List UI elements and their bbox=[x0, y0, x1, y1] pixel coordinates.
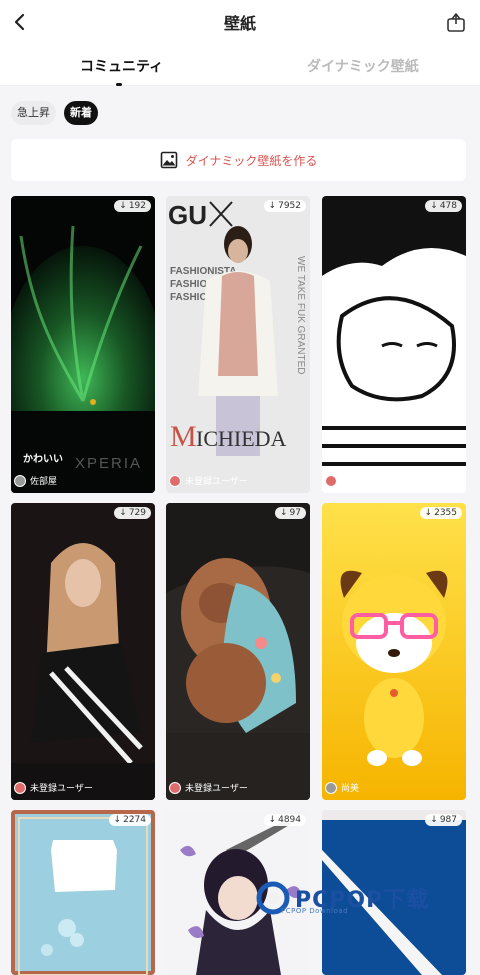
card-caption: かわいい bbox=[23, 454, 63, 465]
download-badge: ↓ 729 bbox=[114, 507, 151, 519]
top-bar: 壁紙 bbox=[0, 0, 480, 44]
create-dynamic-wallpaper-button[interactable]: ダイナミック壁紙を作る bbox=[11, 139, 466, 181]
download-arrow-icon: ↓ bbox=[268, 815, 277, 825]
download-arrow-icon: ↓ bbox=[430, 201, 438, 211]
tab-dynamic-wallpaper[interactable]: ダイナミック壁紙 bbox=[307, 56, 419, 76]
svg-text:XPERIA: XPERIA bbox=[75, 455, 142, 472]
wallpaper-thumbnail bbox=[11, 503, 155, 800]
wallpaper-card[interactable]: XPERIA ↓ 192 かわいい 佐部屋 bbox=[11, 196, 155, 493]
download-badge: ↓ 987 bbox=[425, 814, 462, 826]
wallpaper-thumbnail: GU FASHIONISTA FASHIONISTA FASHIONISTA M… bbox=[166, 196, 310, 493]
wallpaper-card[interactable]: ↓ 2274 bbox=[11, 810, 155, 975]
wallpaper-card[interactable]: ↓ 729 未登録ユーザー bbox=[11, 503, 155, 800]
card-author: 尚美 bbox=[325, 781, 359, 794]
download-badge: ↓ 2355 bbox=[419, 507, 462, 519]
page-title: 壁紙 bbox=[223, 14, 256, 33]
image-icon bbox=[160, 151, 177, 169]
sort-chips: 急上昇 新着 bbox=[11, 101, 98, 125]
watermark-subtext: PCPOP Download bbox=[281, 907, 349, 915]
wallpaper-card[interactable]: ↓ 2355 尚美 bbox=[322, 503, 466, 800]
wallpaper-card[interactable]: GU FASHIONISTA FASHIONISTA FASHIONISTA M… bbox=[166, 196, 310, 493]
wallpaper-card[interactable]: ↓ 478 未登録ユーザー bbox=[322, 196, 466, 493]
avatar bbox=[14, 474, 26, 487]
card-author: 未登録ユーザー bbox=[169, 474, 248, 487]
avatar bbox=[169, 781, 181, 794]
tab-community[interactable]: コミュニティ bbox=[80, 56, 163, 76]
avatar bbox=[169, 474, 181, 487]
chip-newest[interactable]: 新着 bbox=[64, 101, 98, 125]
download-badge: ↓ 2274 bbox=[108, 814, 151, 826]
wallpaper-thumbnail bbox=[11, 810, 155, 975]
download-arrow-icon: ↓ bbox=[119, 508, 127, 518]
download-badge: ↓ 4894 bbox=[263, 814, 306, 826]
avatar bbox=[325, 474, 337, 487]
card-author: 未登録ユーザー bbox=[325, 474, 404, 487]
download-arrow-icon: ↓ bbox=[280, 508, 288, 518]
download-badge: ↓ 478 bbox=[425, 200, 462, 212]
create-label: ダイナミック壁紙を作る bbox=[185, 153, 318, 168]
tab-indicator bbox=[116, 83, 122, 86]
download-badge: ↓ 7952 bbox=[263, 200, 306, 212]
svg-text:M: M bbox=[170, 420, 197, 453]
download-badge: ↓ 97 bbox=[275, 507, 306, 519]
download-badge: ↓ 192 bbox=[114, 200, 151, 212]
download-arrow-icon: ↓ bbox=[268, 201, 277, 211]
download-arrow-icon: ↓ bbox=[119, 201, 127, 211]
watermark: PCPOP下载 PCPOP Download bbox=[255, 880, 429, 916]
svg-text:GU: GU bbox=[168, 200, 207, 230]
download-arrow-icon: ↓ bbox=[424, 508, 433, 518]
tab-bar: コミュニティ ダイナミック壁紙 bbox=[0, 44, 480, 86]
svg-text:WE TAKE FUK GRANTED: WE TAKE FUK GRANTED bbox=[295, 256, 306, 375]
download-arrow-icon: ↓ bbox=[113, 815, 122, 825]
avatar bbox=[14, 781, 26, 794]
chip-rising[interactable]: 急上昇 bbox=[11, 101, 56, 125]
share-icon bbox=[447, 13, 465, 32]
wallpaper-thumbnail: XPERIA bbox=[11, 196, 155, 493]
card-author: 未登録ユーザー bbox=[14, 781, 93, 794]
svg-text:ICHIEDA: ICHIEDA bbox=[196, 426, 287, 451]
wallpaper-card[interactable]: ↓ 97 未登録ユーザー bbox=[166, 503, 310, 800]
wallpaper-thumbnail bbox=[322, 503, 466, 800]
wallpaper-thumbnail bbox=[322, 196, 466, 493]
card-author: 未登録ユーザー bbox=[169, 781, 248, 794]
card-author: 佐部屋 bbox=[14, 474, 57, 487]
share-button[interactable] bbox=[442, 8, 470, 36]
wallpaper-thumbnail bbox=[166, 503, 310, 800]
avatar bbox=[325, 781, 337, 794]
download-arrow-icon: ↓ bbox=[430, 815, 438, 825]
